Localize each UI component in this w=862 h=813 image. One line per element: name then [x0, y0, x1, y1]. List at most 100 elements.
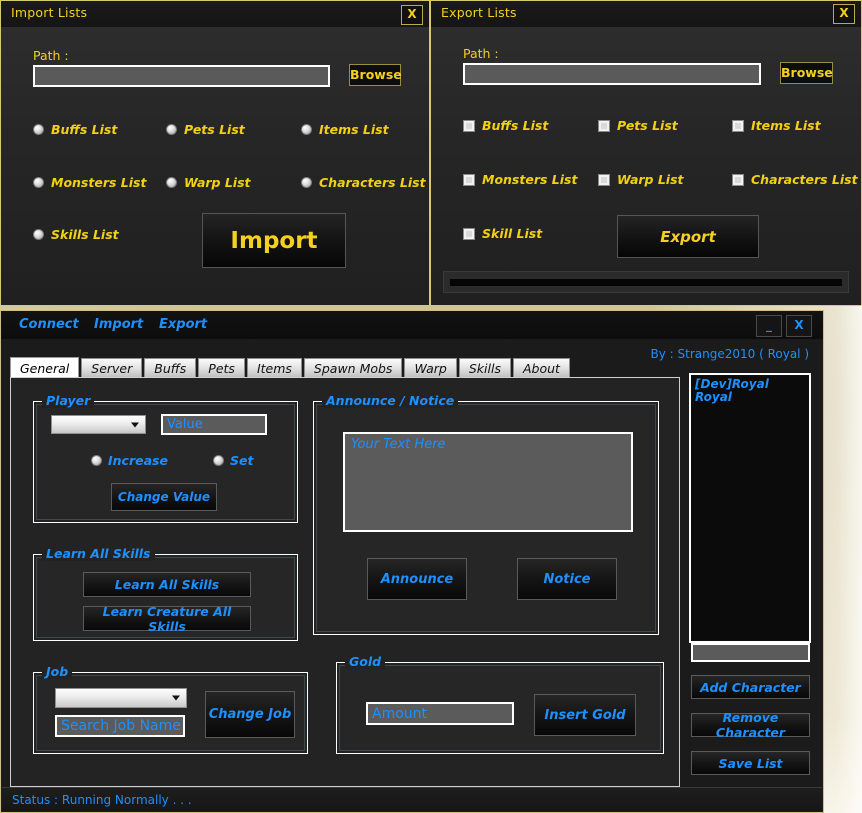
progress-fill — [450, 278, 842, 286]
radio-icon[interactable] — [301, 124, 312, 135]
export-window-body: Path : Browse Buffs List Pets List Items… — [431, 27, 861, 305]
job-search-input[interactable]: Search Job Name — [55, 715, 185, 737]
tab-spawn-mobs[interactable]: Spawn Mobs — [303, 358, 403, 378]
change-job-button[interactable]: Change Job — [205, 691, 295, 738]
export-option-items-list[interactable]: Items List — [732, 118, 821, 133]
gold-amount-input[interactable]: Amount — [366, 702, 514, 725]
export-option-warp-list[interactable]: Warp List — [598, 172, 684, 187]
remove-character-button[interactable]: Remove Character — [691, 710, 810, 740]
main-window: Connect Import Export _ X By : Strange20… — [0, 310, 824, 813]
tab-general[interactable]: General — [10, 357, 80, 378]
export-titlebar: Export Lists X — [431, 1, 861, 27]
tab-about[interactable]: About — [512, 358, 570, 378]
radio-icon[interactable] — [213, 455, 224, 466]
radio-icon[interactable] — [166, 124, 177, 135]
export-close-button[interactable]: X — [833, 4, 855, 24]
job-group: Job Search Job Name Change Job — [33, 664, 308, 754]
radio-icon[interactable] — [33, 229, 44, 240]
option-label: Skills List — [51, 227, 119, 242]
export-option-skill-list[interactable]: Skill List — [463, 226, 542, 241]
radio-icon[interactable] — [301, 177, 312, 188]
minimize-button[interactable]: _ — [756, 315, 782, 337]
learn-all-skills-button[interactable]: Learn All Skills — [83, 572, 251, 597]
tab-items[interactable]: Items — [246, 358, 302, 378]
radio-label: Increase — [108, 453, 168, 468]
tab-skills[interactable]: Skills — [458, 358, 511, 378]
tab-buffs[interactable]: Buffs — [144, 358, 197, 378]
menu-item-import[interactable]: Import — [94, 317, 143, 332]
change-value-button[interactable]: Change Value — [111, 483, 217, 511]
radio-icon[interactable] — [33, 124, 44, 135]
menu-item-export[interactable]: Export — [159, 317, 207, 332]
main-close-button[interactable]: X — [786, 315, 812, 337]
player-radio-set[interactable]: Set — [213, 453, 253, 468]
import-option-buffs-list[interactable]: Buffs List — [33, 122, 117, 137]
tab-page-general: Player Value Increase Set Change Value L… — [10, 377, 680, 787]
chevron-down-icon — [172, 695, 180, 701]
character-name-input[interactable] — [691, 643, 810, 662]
option-label: Characters List — [319, 175, 426, 190]
checkbox-icon[interactable] — [463, 173, 475, 186]
export-path-input[interactable] — [463, 63, 761, 85]
tab-pets[interactable]: Pets — [198, 358, 245, 378]
menu-bar: Connect Import Export _ X — [1, 311, 823, 339]
import-button[interactable]: Import — [202, 213, 346, 268]
export-option-monsters-list[interactable]: Monsters List — [463, 172, 577, 187]
export-path-label: Path : — [463, 46, 499, 61]
radio-icon[interactable] — [91, 455, 102, 466]
announce-notice-group: Announce / Notice Your Text Here Announc… — [313, 393, 659, 635]
checkbox-icon[interactable] — [732, 119, 744, 132]
gold-group-legend: Gold — [345, 654, 386, 669]
export-browse-button[interactable]: Browse — [780, 62, 833, 84]
insert-gold-button[interactable]: Insert Gold — [534, 694, 636, 736]
tab-server[interactable]: Server — [81, 358, 143, 378]
option-label: Skill List — [482, 226, 543, 241]
announce-button[interactable]: Announce — [367, 558, 467, 600]
checkbox-icon[interactable] — [598, 119, 610, 132]
export-window-title: Export Lists — [441, 5, 517, 20]
job-select[interactable] — [55, 688, 187, 708]
menu-item-connect[interactable]: Connect — [19, 317, 79, 332]
checkbox-icon[interactable] — [598, 173, 610, 186]
status-bar: Status : Running Normally . . . — [2, 787, 822, 811]
announce-text-input[interactable]: Your Text Here — [343, 432, 633, 532]
list-item[interactable]: Royal — [695, 391, 805, 404]
job-group-legend: Job — [42, 664, 73, 679]
import-option-monsters-list[interactable]: Monsters List — [33, 175, 146, 190]
import-option-items-list[interactable]: Items List — [301, 122, 389, 137]
import-option-warp-list[interactable]: Warp List — [166, 175, 251, 190]
import-option-characters-list[interactable]: Characters List — [301, 175, 426, 190]
option-label: Items List — [751, 118, 821, 133]
option-label: Monsters List — [51, 175, 147, 190]
export-option-characters-list[interactable]: Characters List — [732, 172, 858, 187]
import-browse-button[interactable]: Browse — [349, 64, 402, 86]
import-option-pets-list[interactable]: Pets List — [166, 122, 245, 137]
import-option-skills-list[interactable]: Skills List — [33, 227, 119, 242]
add-character-button[interactable]: Add Character — [691, 675, 810, 699]
import-close-button[interactable]: X — [401, 5, 423, 25]
tab-warp[interactable]: Warp — [404, 358, 457, 378]
import-path-label: Path : — [33, 48, 69, 63]
option-label: Pets List — [184, 122, 245, 137]
export-option-pets-list[interactable]: Pets List — [598, 118, 678, 133]
player-stat-select[interactable] — [51, 415, 146, 434]
learn-creature-all-skills-button[interactable]: Learn Creature All Skills — [83, 604, 251, 634]
checkbox-icon[interactable] — [732, 173, 744, 186]
radio-icon[interactable] — [33, 177, 44, 188]
checkbox-icon[interactable] — [463, 227, 475, 240]
player-group-legend: Player — [42, 393, 95, 408]
import-window-title: Import Lists — [11, 5, 88, 20]
player-radio-increase[interactable]: Increase — [91, 453, 168, 468]
import-path-input[interactable] — [33, 65, 330, 87]
learn-all-skills-group: Learn All Skills Learn All Skills Learn … — [33, 546, 298, 641]
export-button[interactable]: Export — [617, 215, 759, 258]
radio-icon[interactable] — [166, 177, 177, 188]
tab-strip: General Server Buffs Pets Items Spawn Mo… — [10, 357, 680, 378]
character-list[interactable]: [Dev]Royal Royal — [689, 373, 811, 643]
save-list-button[interactable]: Save List — [691, 751, 810, 775]
player-value-input[interactable]: Value — [161, 414, 267, 435]
notice-button[interactable]: Notice — [517, 558, 617, 600]
checkbox-icon[interactable] — [463, 119, 475, 132]
export-option-buffs-list[interactable]: Buffs List — [463, 118, 548, 133]
option-label: Warp List — [184, 175, 251, 190]
